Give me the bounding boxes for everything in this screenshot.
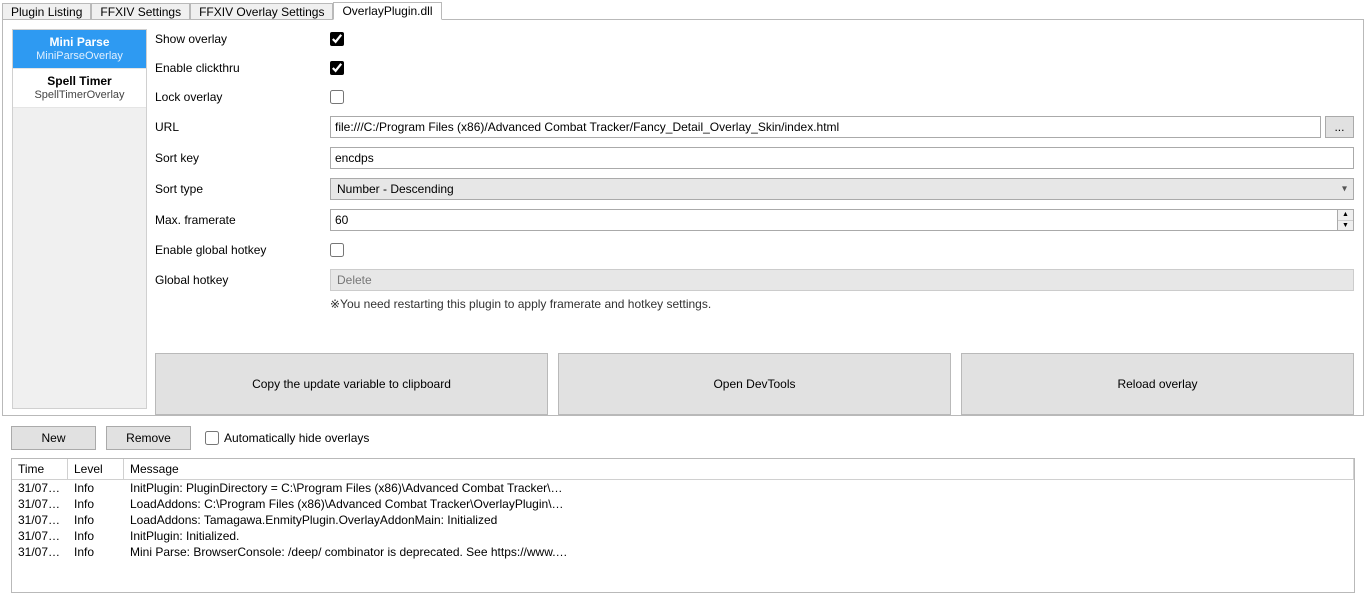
log-rows: 31/07/2... Info InitPlugin: PluginDirect… bbox=[12, 480, 1354, 560]
enable-clickthru-label: Enable clickthru bbox=[155, 61, 330, 75]
stepper-up-icon[interactable]: ▲ bbox=[1338, 210, 1353, 221]
auto-hide-container: Automatically hide overlays bbox=[205, 431, 369, 445]
auto-hide-checkbox[interactable] bbox=[205, 431, 219, 445]
show-overlay-label: Show overlay bbox=[155, 32, 330, 46]
stepper-down-icon[interactable]: ▼ bbox=[1338, 221, 1353, 231]
lock-overlay-checkbox[interactable] bbox=[330, 90, 344, 104]
log-header-level[interactable]: Level bbox=[68, 459, 124, 479]
sort-type-dropdown[interactable]: Number - Descending ▾ bbox=[330, 178, 1354, 200]
log-row[interactable]: 31/07/2... Info LoadAddons: C:\Program F… bbox=[12, 496, 1354, 512]
log-cell-time: 31/07/2... bbox=[12, 545, 68, 559]
show-overlay-checkbox[interactable] bbox=[330, 32, 344, 46]
log-row[interactable]: 31/07/2... Info LoadAddons: Tamagawa.Enm… bbox=[12, 512, 1354, 528]
overlay-item-subtitle: MiniParseOverlay bbox=[15, 50, 144, 62]
log-header: Time Level Message bbox=[12, 459, 1354, 480]
log-row[interactable]: 31/07/2... Info Mini Parse: BrowserConso… bbox=[12, 544, 1354, 560]
log-cell-time: 31/07/2... bbox=[12, 513, 68, 527]
log-cell-message: Mini Parse: BrowserConsole: /deep/ combi… bbox=[124, 545, 574, 559]
log-cell-message: LoadAddons: C:\Program Files (x86)\Advan… bbox=[124, 497, 574, 511]
overlay-item-title: Spell Timer bbox=[15, 74, 144, 88]
log-cell-level: Info bbox=[68, 497, 124, 511]
global-hotkey-field: Delete bbox=[330, 269, 1354, 291]
log-row[interactable]: 31/07/2... Info InitPlugin: Initialized. bbox=[12, 528, 1354, 544]
tab-panel: Mini Parse MiniParseOverlay Spell Timer … bbox=[2, 19, 1364, 416]
global-hotkey-label: Global hotkey bbox=[155, 273, 330, 287]
tab-bar: Plugin Listing FFXIV Settings FFXIV Over… bbox=[0, 0, 1366, 19]
overlay-item-subtitle: SpellTimerOverlay bbox=[15, 89, 144, 101]
lock-overlay-label: Lock overlay bbox=[155, 90, 330, 104]
action-buttons: Copy the update variable to clipboard Op… bbox=[155, 353, 1354, 415]
log-cell-message: LoadAddons: Tamagawa.EnmityPlugin.Overla… bbox=[124, 513, 574, 527]
log-cell-level: Info bbox=[68, 529, 124, 543]
log-cell-time: 31/07/2... bbox=[12, 529, 68, 543]
max-framerate-label: Max. framerate bbox=[155, 213, 330, 227]
max-framerate-input[interactable] bbox=[330, 209, 1338, 231]
log-header-message[interactable]: Message bbox=[124, 459, 1354, 479]
sort-key-input[interactable] bbox=[330, 147, 1354, 169]
tab-ffxiv-overlay-settings[interactable]: FFXIV Overlay Settings bbox=[190, 3, 333, 20]
reload-overlay-button[interactable]: Reload overlay bbox=[961, 353, 1354, 415]
remove-button[interactable]: Remove bbox=[106, 426, 191, 450]
restart-note: ※You need restarting this plugin to appl… bbox=[155, 297, 1354, 311]
auto-hide-label: Automatically hide overlays bbox=[224, 431, 369, 445]
lower-panel: New Remove Automatically hide overlays T… bbox=[2, 416, 1364, 593]
tab-overlayplugin-dll[interactable]: OverlayPlugin.dll bbox=[333, 2, 441, 20]
copy-variable-button[interactable]: Copy the update variable to clipboard bbox=[155, 353, 548, 415]
log-row[interactable]: 31/07/2... Info InitPlugin: PluginDirect… bbox=[12, 480, 1354, 496]
list-controls: New Remove Automatically hide overlays bbox=[2, 426, 1364, 450]
open-devtools-button[interactable]: Open DevTools bbox=[558, 353, 951, 415]
url-input[interactable] bbox=[330, 116, 1321, 138]
log-cell-time: 31/07/2... bbox=[12, 481, 68, 495]
overlay-item-mini-parse[interactable]: Mini Parse MiniParseOverlay bbox=[13, 30, 146, 69]
sort-type-value: Number - Descending bbox=[337, 182, 454, 196]
framerate-stepper: ▲ ▼ bbox=[1338, 209, 1354, 231]
overlay-item-title: Mini Parse bbox=[15, 35, 144, 49]
log-cell-message: InitPlugin: PluginDirectory = C:\Program… bbox=[124, 481, 574, 495]
log-header-time[interactable]: Time bbox=[12, 459, 68, 479]
overlay-item-spell-timer[interactable]: Spell Timer SpellTimerOverlay bbox=[13, 69, 146, 108]
log-cell-message: InitPlugin: Initialized. bbox=[124, 529, 574, 543]
url-label: URL bbox=[155, 120, 330, 134]
enable-clickthru-checkbox[interactable] bbox=[330, 61, 344, 75]
enable-global-hotkey-label: Enable global hotkey bbox=[155, 243, 330, 257]
log-cell-level: Info bbox=[68, 545, 124, 559]
tab-plugin-listing[interactable]: Plugin Listing bbox=[2, 3, 91, 20]
enable-global-hotkey-checkbox[interactable] bbox=[330, 243, 344, 257]
sort-type-label: Sort type bbox=[155, 182, 330, 196]
tab-ffxiv-settings[interactable]: FFXIV Settings bbox=[91, 3, 190, 20]
chevron-down-icon: ▾ bbox=[1342, 184, 1347, 195]
log-panel: Time Level Message 31/07/2... Info InitP… bbox=[11, 458, 1355, 593]
sort-key-label: Sort key bbox=[155, 151, 330, 165]
new-button[interactable]: New bbox=[11, 426, 96, 450]
url-browse-button[interactable]: ... bbox=[1325, 116, 1354, 138]
log-cell-level: Info bbox=[68, 481, 124, 495]
settings-form: Show overlay Enable clickthru Lock overl… bbox=[155, 29, 1354, 311]
log-cell-level: Info bbox=[68, 513, 124, 527]
overlay-list: Mini Parse MiniParseOverlay Spell Timer … bbox=[12, 29, 147, 409]
log-cell-time: 31/07/2... bbox=[12, 497, 68, 511]
